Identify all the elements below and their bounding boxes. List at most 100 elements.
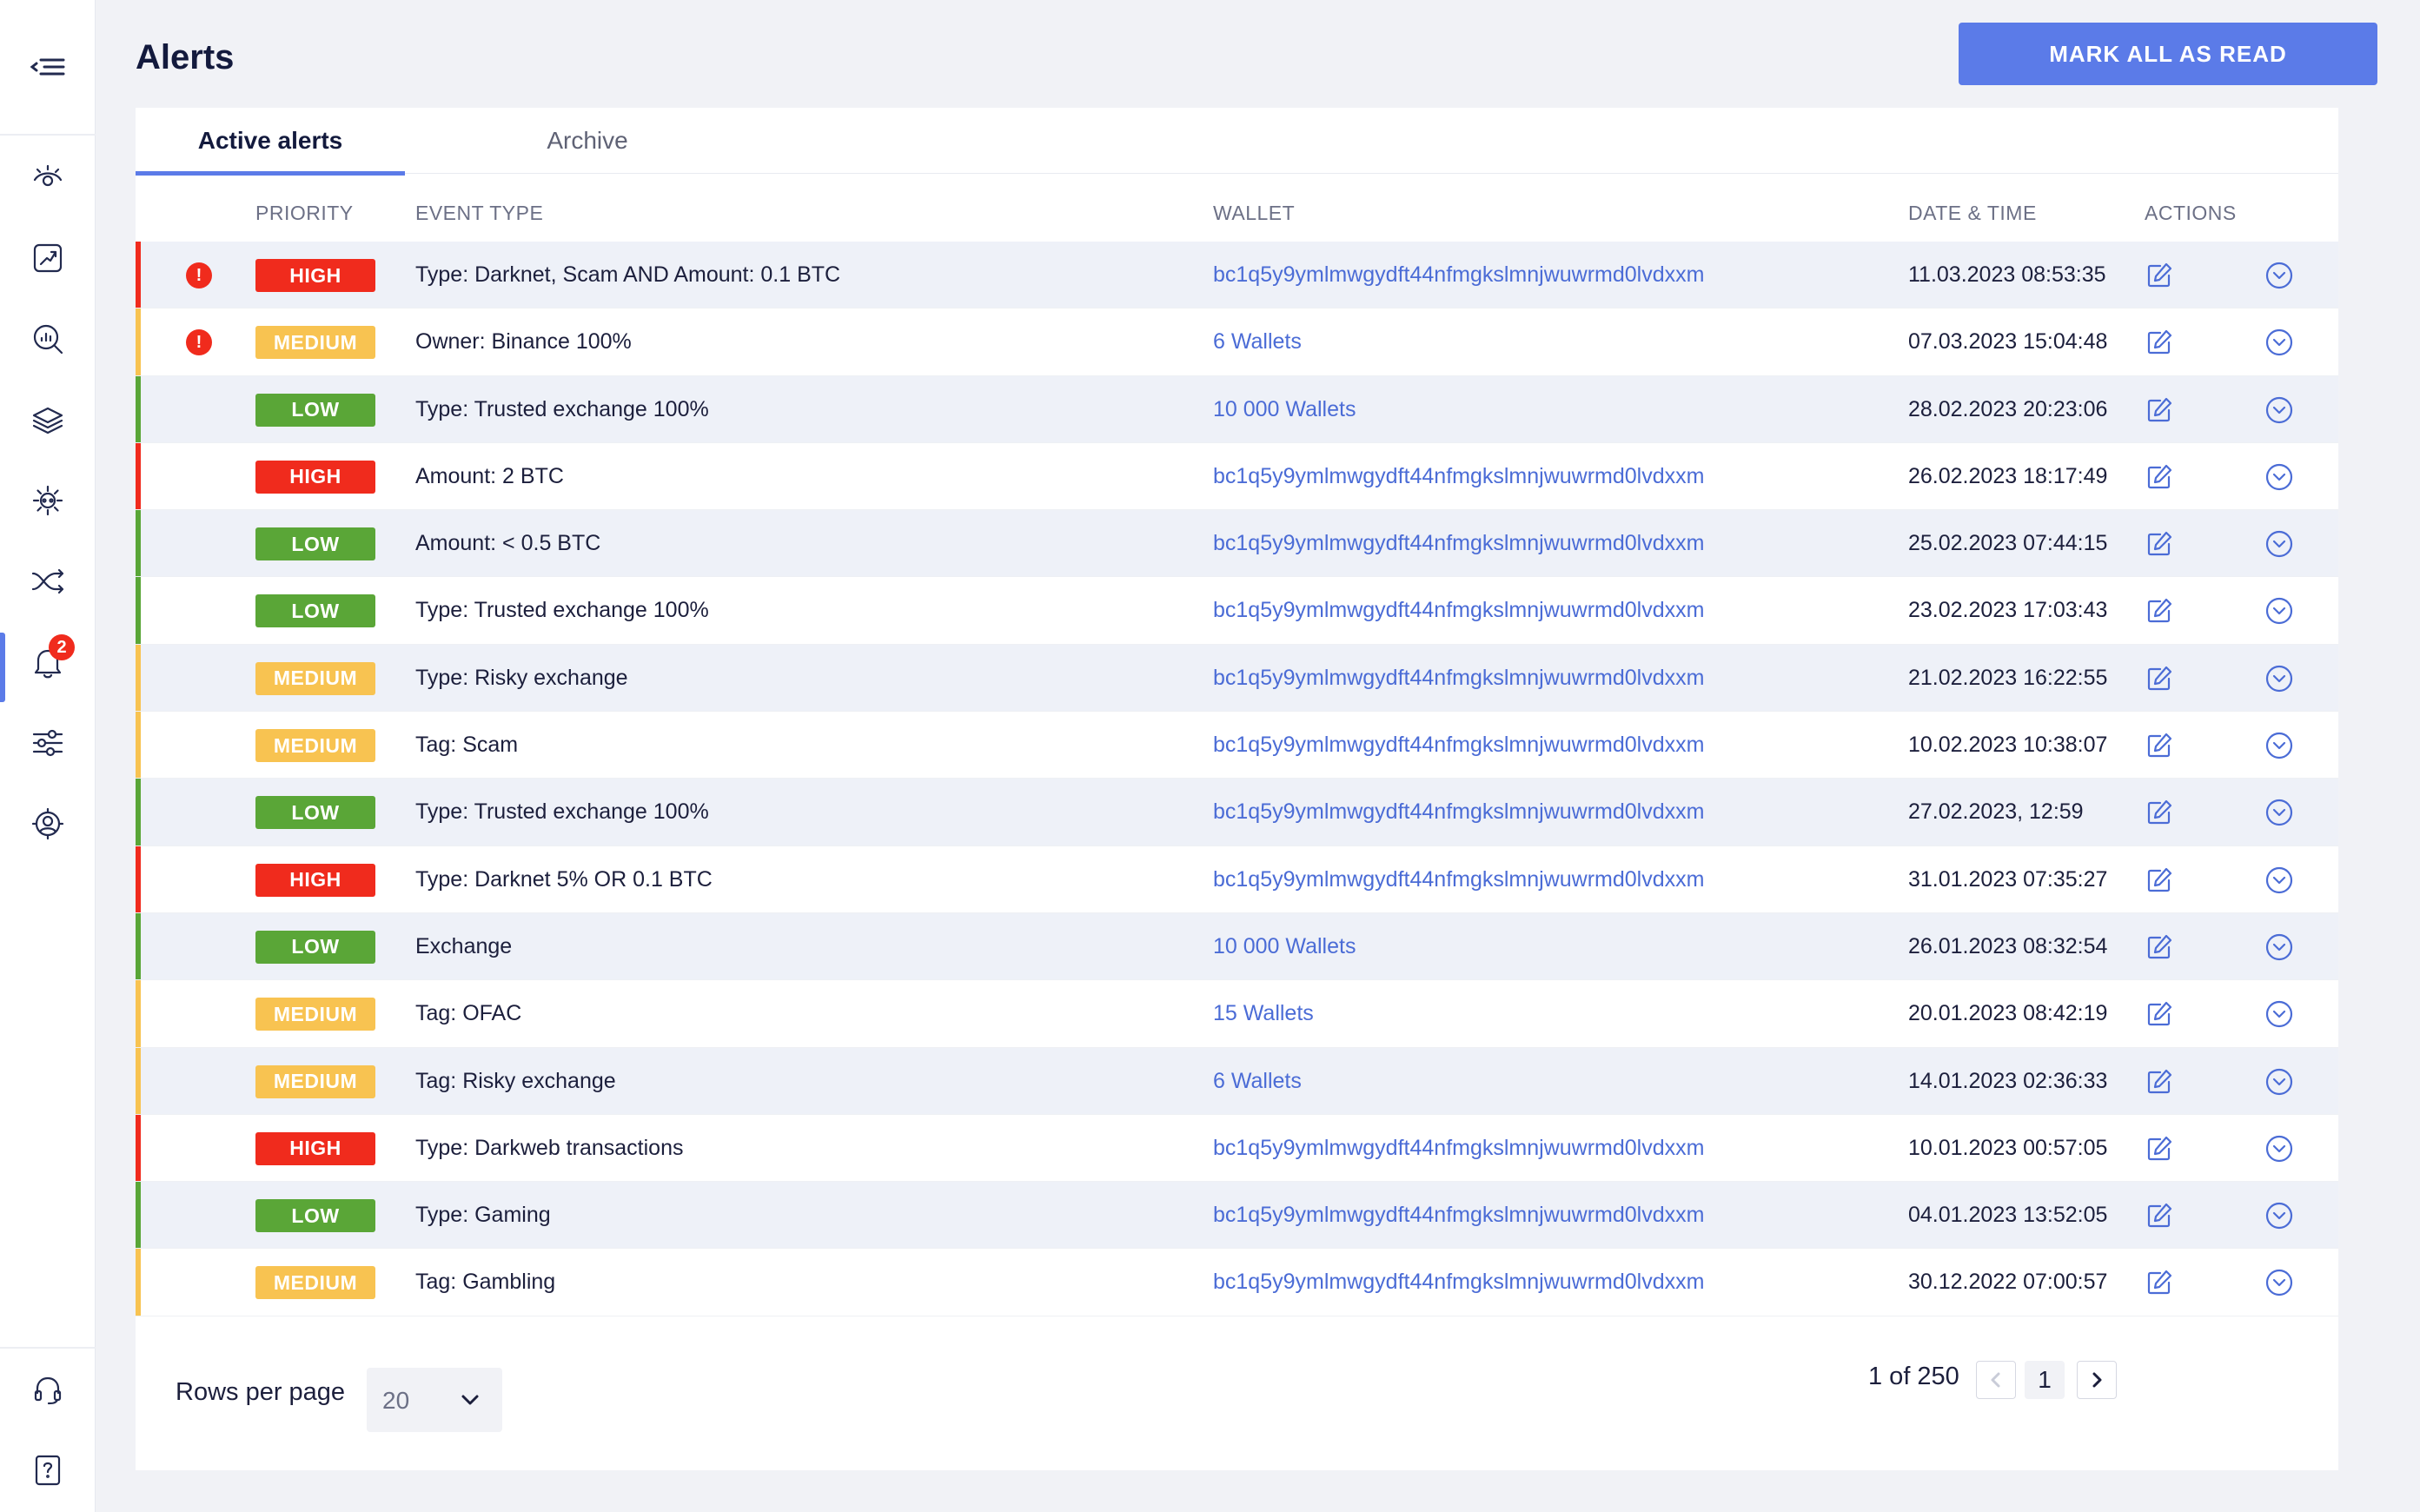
edit-alert-button[interactable] — [2145, 529, 2174, 559]
edit-icon — [2147, 599, 2172, 623]
help-icon — [35, 1455, 61, 1486]
wallet-link[interactable]: bc1q5y9ymlmwgydft44nfmgkslmnjwuwrmd0lvdx… — [1213, 1115, 1704, 1182]
table-row[interactable]: LOW Type: Trusted exchange 100% 10 000 Wal… — [136, 375, 2338, 443]
table-row[interactable]: MEDIUM Tag: Gambling bc1q5y9ymlmwgydft44nf… — [136, 1249, 2338, 1316]
wallet-link[interactable]: bc1q5y9ymlmwgydft44nfmgkslmnjwuwrmd0lvdx… — [1213, 779, 1704, 846]
edit-alert-button[interactable] — [2145, 932, 2174, 962]
sidebar-item-user-settings[interactable] — [0, 791, 96, 857]
table-row[interactable]: LOW Exchange 10 000 Wallets 26.01.2023 08:3… — [136, 912, 2338, 981]
wallet-link[interactable]: 15 Wallets — [1213, 980, 1314, 1047]
wallet-link[interactable]: bc1q5y9ymlmwgydft44nfmgkslmnjwuwrmd0lvdx… — [1213, 1249, 1704, 1316]
table-row[interactable]: MEDIUM Tag: Risky exchange 6 Wallets 14.01.… — [136, 1047, 2338, 1115]
edit-alert-button[interactable] — [2145, 999, 2174, 1029]
sidebar-item-help[interactable] — [0, 1437, 96, 1503]
wallet-link[interactable]: 6 Wallets — [1213, 1048, 1302, 1115]
edit-icon — [2147, 532, 2172, 556]
edit-alert-button[interactable] — [2145, 1201, 2174, 1230]
wallet-link[interactable]: bc1q5y9ymlmwgydft44nfmgkslmnjwuwrmd0lvdx… — [1213, 846, 1704, 913]
expand-alert-button[interactable] — [2264, 1134, 2294, 1164]
sidebar-item-flows[interactable] — [0, 548, 96, 614]
table-row[interactable]: MEDIUM Tag: Scam bc1q5y9ymlmwgydft44nfmgks… — [136, 712, 2338, 779]
wallet-link[interactable]: 6 Wallets — [1213, 308, 1302, 375]
column-header-wallet[interactable]: WALLET — [1213, 191, 1295, 235]
table-row[interactable]: HIGH Type: Darknet 5% OR 0.1 BTC bc1q5y9ym… — [136, 846, 2338, 913]
wallet-link[interactable]: bc1q5y9ymlmwgydft44nfmgkslmnjwuwrmd0lvdx… — [1213, 577, 1704, 644]
wallet-link[interactable]: bc1q5y9ymlmwgydft44nfmgkslmnjwuwrmd0lvdx… — [1213, 510, 1704, 577]
expand-alert-button[interactable] — [2264, 462, 2294, 492]
sidebar-item-support[interactable] — [0, 1357, 96, 1423]
column-header-priority[interactable]: PRIORITY — [255, 191, 354, 235]
expand-alert-button[interactable] — [2264, 529, 2294, 559]
wallet-link[interactable]: 10 000 Wallets — [1213, 913, 1356, 980]
edit-alert-button[interactable] — [2145, 462, 2174, 492]
wallet-link[interactable]: bc1q5y9ymlmwgydft44nfmgkslmnjwuwrmd0lvdx… — [1213, 242, 1704, 308]
expand-alert-button[interactable] — [2264, 664, 2294, 693]
edit-alert-button[interactable] — [2145, 395, 2174, 425]
expand-alert-button[interactable] — [2264, 596, 2294, 626]
column-header-event-type[interactable]: EVENT TYPE — [415, 191, 543, 235]
edit-alert-button[interactable] — [2145, 798, 2174, 827]
sidebar-item-integrations[interactable] — [0, 468, 96, 534]
sidebar-item-cases[interactable] — [0, 387, 96, 453]
priority-badge: LOW — [255, 393, 375, 427]
table-row[interactable]: MEDIUM Type: Risky exchange bc1q5y9ymlmwgy… — [136, 644, 2338, 713]
tab-active-alerts[interactable]: Active alerts — [136, 108, 405, 176]
expand-alert-button[interactable] — [2264, 798, 2294, 827]
table-row[interactable]: HIGH Type: Darkweb transactions bc1q5y9yml… — [136, 1114, 2338, 1183]
table-row[interactable]: LOW Type: Trusted exchange 100% bc1q5y9yml… — [136, 577, 2338, 645]
expand-alert-button[interactable] — [2264, 1268, 2294, 1297]
expand-alert-button[interactable] — [2264, 731, 2294, 760]
previous-page-button[interactable] — [1976, 1361, 2016, 1399]
date-time-cell: 23.02.2023 17:03:43 — [1908, 598, 2108, 623]
edit-alert-button[interactable] — [2145, 1067, 2174, 1097]
wallet-link[interactable]: bc1q5y9ymlmwgydft44nfmgkslmnjwuwrmd0lvdx… — [1213, 443, 1704, 510]
page-number-current[interactable]: 1 — [2025, 1361, 2065, 1399]
edit-alert-button[interactable] — [2145, 865, 2174, 895]
wallet-link[interactable]: bc1q5y9ymlmwgydft44nfmgkslmnjwuwrmd0lvdx… — [1213, 1182, 1704, 1249]
priority-badge: LOW — [255, 527, 375, 561]
sidebar-item-filters[interactable] — [0, 710, 96, 776]
edit-alert-button[interactable] — [2145, 664, 2174, 693]
column-header-date-time[interactable]: DATE & TIME — [1908, 191, 2037, 235]
expand-alert-button[interactable] — [2264, 865, 2294, 895]
table-row[interactable]: ! MEDIUM Owner: Binance 100% 6 Wallets 07.03… — [136, 308, 2338, 376]
expand-alert-button[interactable] — [2264, 999, 2294, 1029]
edit-alert-button[interactable] — [2145, 1134, 2174, 1164]
wallet-link[interactable]: bc1q5y9ymlmwgydft44nfmgkslmnjwuwrmd0lvdx… — [1213, 712, 1704, 779]
edit-icon — [2147, 262, 2172, 288]
expand-alert-button[interactable] — [2264, 328, 2294, 357]
edit-alert-button[interactable] — [2145, 261, 2174, 290]
next-page-button[interactable] — [2077, 1361, 2117, 1399]
priority-badge: MEDIUM — [255, 998, 375, 1031]
expand-alert-button[interactable] — [2264, 1067, 2294, 1097]
wallet-link[interactable]: 10 000 Wallets — [1213, 376, 1356, 443]
wallet-link[interactable]: bc1q5y9ymlmwgydft44nfmgkslmnjwuwrmd0lvdx… — [1213, 645, 1704, 712]
sidebar-item-analytics[interactable] — [0, 225, 96, 291]
edit-alert-button[interactable] — [2145, 1268, 2174, 1297]
table-row[interactable]: LOW Type: Trusted exchange 100% bc1q5y9yml… — [136, 779, 2338, 846]
sidebar-item-investigation[interactable] — [0, 306, 96, 372]
table-row[interactable]: LOW Type: Gaming bc1q5y9ymlmwgydft44nfmgks… — [136, 1182, 2338, 1250]
sidebar-item-alerts[interactable]: 2 — [0, 629, 96, 702]
table-row[interactable]: LOW Amount: < 0.5 BTC bc1q5y9ymlmwgydft44n… — [136, 510, 2338, 578]
event-type-cell: Type: Trusted exchange 100% — [415, 396, 709, 421]
date-time-cell: 10.01.2023 00:57:05 — [1908, 1135, 2108, 1160]
priority-stripe — [136, 242, 141, 308]
table-row[interactable]: ! HIGH Type: Darknet, Scam AND Amount: 0.1… — [136, 242, 2338, 309]
expand-alert-button[interactable] — [2264, 261, 2294, 290]
collapse-menu-button[interactable] — [0, 0, 96, 136]
tab-archive[interactable]: Archive — [518, 108, 657, 174]
date-time-cell: 27.02.2023, 12:59 — [1908, 799, 2084, 825]
expand-alert-button[interactable] — [2264, 395, 2294, 425]
edit-alert-button[interactable] — [2145, 731, 2174, 760]
rows-per-page-select[interactable]: 20 — [367, 1368, 502, 1432]
expand-alert-button[interactable] — [2264, 932, 2294, 962]
sidebar-item-monitoring[interactable] — [0, 144, 96, 210]
mark-all-as-read-button[interactable]: MARK ALL AS READ — [1959, 23, 2377, 85]
expand-alert-button[interactable] — [2264, 1201, 2294, 1230]
table-row[interactable]: HIGH Amount: 2 BTC bc1q5y9ymlmwgydft44nfmg… — [136, 442, 2338, 511]
edit-alert-button[interactable] — [2145, 596, 2174, 626]
edit-icon — [2147, 464, 2172, 488]
table-row[interactable]: MEDIUM Tag: OFAC 15 Wallets 20.01.2023 08:4… — [136, 980, 2338, 1048]
edit-alert-button[interactable] — [2145, 328, 2174, 357]
